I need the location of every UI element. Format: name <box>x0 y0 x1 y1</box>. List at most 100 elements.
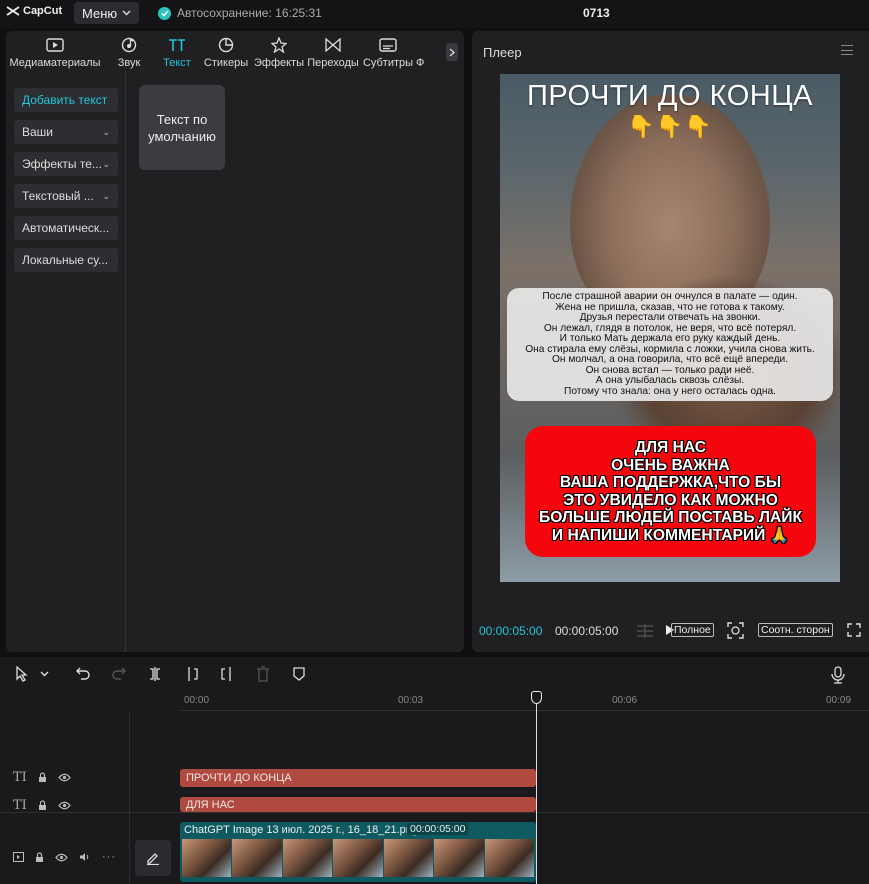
text-clip-for-us[interactable]: ДЛЯ НАС <box>180 797 536 812</box>
tab-filters[interactable]: Ф <box>416 31 436 71</box>
eye-icon[interactable] <box>58 773 71 782</box>
tab-audio[interactable]: Звук <box>104 31 154 71</box>
sidebar-item-auto-captions[interactable]: Автоматическ... <box>14 216 118 240</box>
timeline-toolbar <box>0 657 869 691</box>
autosave-text: Автосохранение: 16:25:31 <box>177 6 322 20</box>
playhead-handle[interactable] <box>531 691 542 704</box>
chevron-down-icon[interactable] <box>40 671 49 677</box>
eye-icon[interactable] <box>58 801 71 810</box>
autosave-status: Автосохранение: 16:25:31 <box>158 6 322 20</box>
video-preview[interactable]: ПРОЧТИ ДО КОНЦА 👇👇👇 После страшной авари… <box>500 74 840 582</box>
banner-line: БОЛЬШЕ ЛЮДЕЙ ПОСТАВЬ ЛАЙК <box>539 509 802 526</box>
tab-stickers[interactable]: Стикеры <box>200 31 252 71</box>
total-time: 00:00:05:00 <box>555 624 619 638</box>
transitions-icon <box>325 38 341 52</box>
tab-label: Звук <box>117 57 141 69</box>
tab-label: Переходы <box>307 57 359 69</box>
video-frame-thumbnail <box>232 839 282 877</box>
track-divider <box>0 812 869 813</box>
eye-icon[interactable] <box>55 853 68 862</box>
video-track-icon <box>13 852 24 862</box>
select-cursor-icon[interactable] <box>15 666 29 682</box>
timeline-grid-icon[interactable] <box>636 624 654 638</box>
banner-line: ЭТО УВИДЕЛО КАК МОЖНО <box>563 491 778 509</box>
tab-text[interactable]: Текст <box>154 31 200 71</box>
split-right-icon[interactable] <box>220 666 234 682</box>
tab-transitions[interactable]: Переходы <box>306 31 360 71</box>
lock-icon[interactable] <box>38 772 47 783</box>
timeline-panel: 00:00 00:03 00:06 00:09 TI ПРОЧТИ ДО КОН… <box>0 657 869 884</box>
sidebar-item-label: Текстовый ... <box>22 189 94 203</box>
sidebar-item-yours[interactable]: Ваши ⌄ <box>14 120 118 144</box>
chevron-down-icon <box>122 10 131 16</box>
player-controls: 00:00:05:00 00:00:05:00 Полное Соотн. ст… <box>472 619 869 641</box>
tab-label: Стикеры <box>203 57 249 69</box>
video-frame-thumbnail <box>383 839 434 877</box>
player-panel: Плеер ПРОЧТИ ДО КОНЦА 👇👇👇 После страшной… <box>472 31 869 652</box>
player-title: Плеер <box>483 45 522 60</box>
undo-icon[interactable] <box>76 666 90 680</box>
text-track-icon: TI <box>13 770 27 785</box>
logo-text: CapCut <box>23 5 63 17</box>
chevron-down-icon: ⌄ <box>102 126 110 137</box>
subtitles-icon <box>379 38 397 52</box>
banner-line: И НАПИШИ КОММЕНТАРИЙ 🙏 <box>551 526 790 544</box>
video-clip-name: ChatGPT Image 13 июл. 2025 г., 16_18_21.… <box>184 824 419 836</box>
lock-icon[interactable] <box>38 800 47 811</box>
effects-icon <box>271 37 287 53</box>
microphone-icon[interactable] <box>831 666 845 684</box>
video-clip-duration: 00:00:05:00 <box>407 823 469 835</box>
tabs-scroll-right-button[interactable] <box>446 43 458 61</box>
menu-button[interactable]: Меню <box>74 2 140 24</box>
aspect-ratio-button[interactable]: Соотн. сторон <box>758 623 833 637</box>
sidebar-item-label: Автоматическ... <box>22 221 110 235</box>
ruler-tick: 00:00 <box>184 695 210 706</box>
text-clip-read-till-end[interactable]: ПРОЧТИ ДО КОНЦА <box>180 769 536 787</box>
video-clip[interactable]: ChatGPT Image 13 июл. 2025 г., 16_18_21.… <box>180 822 536 882</box>
sidebar-item-label: Эффекты те... <box>22 157 102 171</box>
sidebar-item-label: Ваши <box>22 125 54 139</box>
video-clip-frames <box>182 839 534 877</box>
menu-label: Меню <box>82 5 118 21</box>
tab-label: Эффекты <box>253 57 304 69</box>
sticker-icon <box>218 37 234 53</box>
tab-media[interactable]: Медиаматериалы <box>6 31 104 71</box>
split-left-icon[interactable] <box>185 666 199 682</box>
ruler-tick: 00:06 <box>612 695 638 706</box>
sidebar-item-text-templates[interactable]: Текстовый ... ⌄ <box>14 184 118 208</box>
video-frame-thumbnail <box>484 839 534 877</box>
snapshot-icon[interactable] <box>727 622 744 639</box>
tab-effects[interactable]: Эффекты <box>252 31 306 71</box>
more-icon[interactable]: ··· <box>102 851 116 863</box>
pencil-icon <box>147 853 159 865</box>
timeline-ruler[interactable]: 00:00 00:03 00:06 00:09 <box>180 691 869 711</box>
text-track-icon: TI <box>13 798 27 813</box>
speaker-icon[interactable] <box>79 852 91 862</box>
video-frame-thumbnail <box>333 839 383 877</box>
player-menu-icon[interactable] <box>841 45 853 55</box>
marker-icon[interactable] <box>292 666 306 682</box>
chevron-down-icon: ⌄ <box>102 158 110 169</box>
tab-label: Текст <box>163 57 191 69</box>
story-line: Потому что знала: она у него осталась од… <box>564 385 776 397</box>
edit-cover-button[interactable] <box>135 840 171 876</box>
video-frame-thumbnail <box>282 839 333 877</box>
check-icon <box>158 6 171 20</box>
tab-label: Медиаматериалы <box>9 57 101 69</box>
capcut-editor: CapCut Меню Автосохранение: 16:25:31 071… <box>0 0 869 884</box>
tab-subtitles[interactable]: Субтитры <box>360 31 416 71</box>
lock-icon[interactable] <box>35 851 44 863</box>
preview-title-text: ПРОЧТИ ДО КОНЦА <box>526 80 814 112</box>
redo-icon[interactable] <box>112 666 126 680</box>
fullscreen-icon[interactable] <box>847 623 861 637</box>
full-quality-button[interactable]: Полное <box>671 623 714 637</box>
delete-icon[interactable] <box>256 666 270 682</box>
story-line: А она улыбалась сквозь слёзы. <box>595 375 745 386</box>
sidebar-item-add-text[interactable]: Добавить текст <box>14 88 118 112</box>
sidebar-item-text-effects[interactable]: Эффекты те... ⌄ <box>14 152 118 176</box>
split-icon[interactable] <box>148 666 162 682</box>
sidebar-item-local-subtitles[interactable]: Локальные су... <box>14 248 118 272</box>
playhead-line[interactable] <box>536 691 537 884</box>
audio-icon <box>121 37 137 53</box>
default-text-card[interactable]: Текст по умолчанию <box>139 85 225 170</box>
